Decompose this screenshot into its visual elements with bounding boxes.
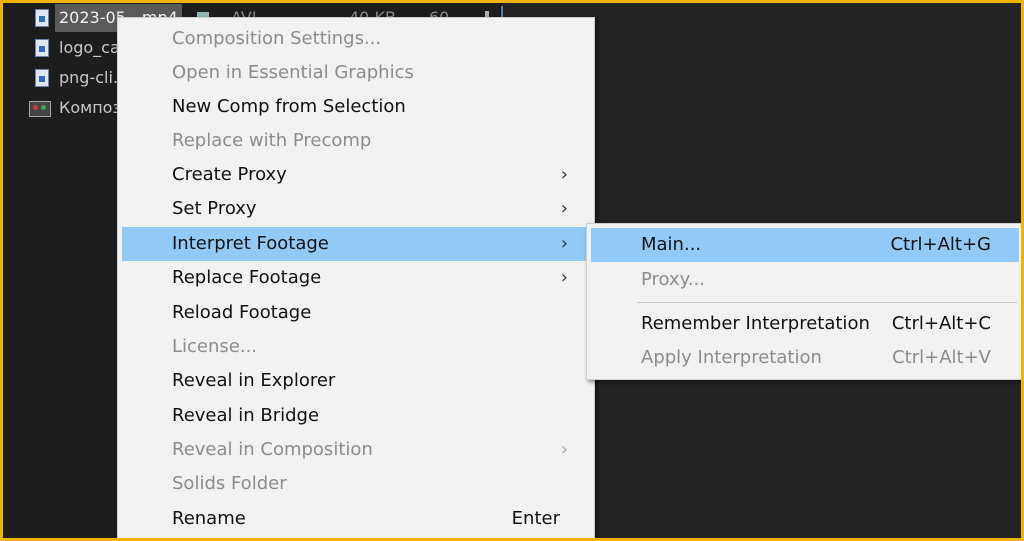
menu-item-label: Rename <box>172 508 246 529</box>
menu-item-reveal-in-composition: Reveal in Composition › <box>122 433 590 467</box>
menu-item-interpret-footage[interactable]: Interpret Footage › <box>122 227 590 261</box>
menu-item-label: Set Proxy <box>172 198 257 219</box>
submenu-item-proxy: Proxy... <box>591 263 1019 297</box>
menu-item-label: Reveal in Composition <box>172 439 373 460</box>
menu-item-label: Composition Settings... <box>172 28 382 49</box>
menu-item-label: License... <box>172 336 258 357</box>
menu-item-label: New Comp from Selection <box>172 96 406 117</box>
menu-item-reload-footage[interactable]: Reload Footage <box>122 296 590 330</box>
menu-item-create-proxy[interactable]: Create Proxy › <box>122 158 590 192</box>
menu-item-shortcut: Ctrl+Alt+V <box>892 347 991 368</box>
menu-item-label: Proxy... <box>641 269 705 290</box>
submenu-item-apply-interpretation: Apply Interpretation Ctrl+Alt+V <box>591 341 1019 375</box>
chevron-right-icon: › <box>560 233 568 254</box>
composition-icon <box>29 101 51 117</box>
menu-item-label: Interpret Footage <box>172 233 329 254</box>
menu-item-label: Reload Footage <box>172 302 312 323</box>
chevron-right-icon: › <box>560 267 568 288</box>
menu-item-rename[interactable]: Rename Enter <box>122 502 590 536</box>
menu-item-label: Solids Folder <box>172 473 287 494</box>
chevron-right-icon: › <box>560 164 568 185</box>
submenu-item-main[interactable]: Main... Ctrl+Alt+G <box>591 228 1019 262</box>
context-menu: Composition Settings... Open in Essentia… <box>117 17 595 541</box>
menu-item-label: Replace with Precomp <box>172 130 372 151</box>
menu-item-label: Open in Essential Graphics <box>172 62 414 83</box>
menu-item-reveal-in-explorer[interactable]: Reveal in Explorer <box>122 364 590 398</box>
menu-item-reveal-in-bridge[interactable]: Reveal in Bridge <box>122 399 590 433</box>
image-file-icon <box>35 39 49 57</box>
project-item-name: logo_ca <box>59 38 120 57</box>
menu-item-replace-footage[interactable]: Replace Footage › <box>122 261 590 295</box>
menu-item-license: License... <box>122 330 590 364</box>
menu-item-replace-with-precomp: Replace with Precomp <box>122 124 590 158</box>
menu-item-shortcut: Enter <box>511 508 560 529</box>
menu-item-new-comp-from-selection[interactable]: New Comp from Selection <box>122 90 590 124</box>
menu-item-label: Replace Footage <box>172 267 322 288</box>
project-item-name: Композ <box>59 98 121 117</box>
chevron-right-icon: › <box>560 439 568 460</box>
menu-item-label: Reveal in Explorer <box>172 370 336 391</box>
menu-item-set-proxy[interactable]: Set Proxy › <box>122 192 590 226</box>
menu-item-label: Main... <box>641 234 702 255</box>
submenu-item-remember-interpretation[interactable]: Remember Interpretation Ctrl+Alt+C <box>591 307 1019 341</box>
menu-item-label: Reveal in Bridge <box>172 405 320 426</box>
menu-item-shortcut: Ctrl+Alt+C <box>891 313 991 334</box>
menu-item-composition-settings: Composition Settings... <box>122 22 590 56</box>
menu-item-label: Apply Interpretation <box>641 347 822 368</box>
interpret-footage-submenu: Main... Ctrl+Alt+G Proxy... Remember Int… <box>586 223 1024 380</box>
menu-item-label: Remember Interpretation <box>641 313 870 334</box>
menu-item-label: Create Proxy <box>172 164 287 185</box>
menu-item-open-essential-graphics: Open in Essential Graphics <box>122 56 590 90</box>
menu-item-solids-folder: Solids Folder <box>122 467 590 501</box>
image-file-icon <box>35 69 49 87</box>
menu-item-shortcut: Ctrl+Alt+G <box>890 234 991 255</box>
video-file-icon <box>35 9 49 27</box>
menu-separator <box>637 302 1017 303</box>
chevron-right-icon: › <box>560 198 568 219</box>
